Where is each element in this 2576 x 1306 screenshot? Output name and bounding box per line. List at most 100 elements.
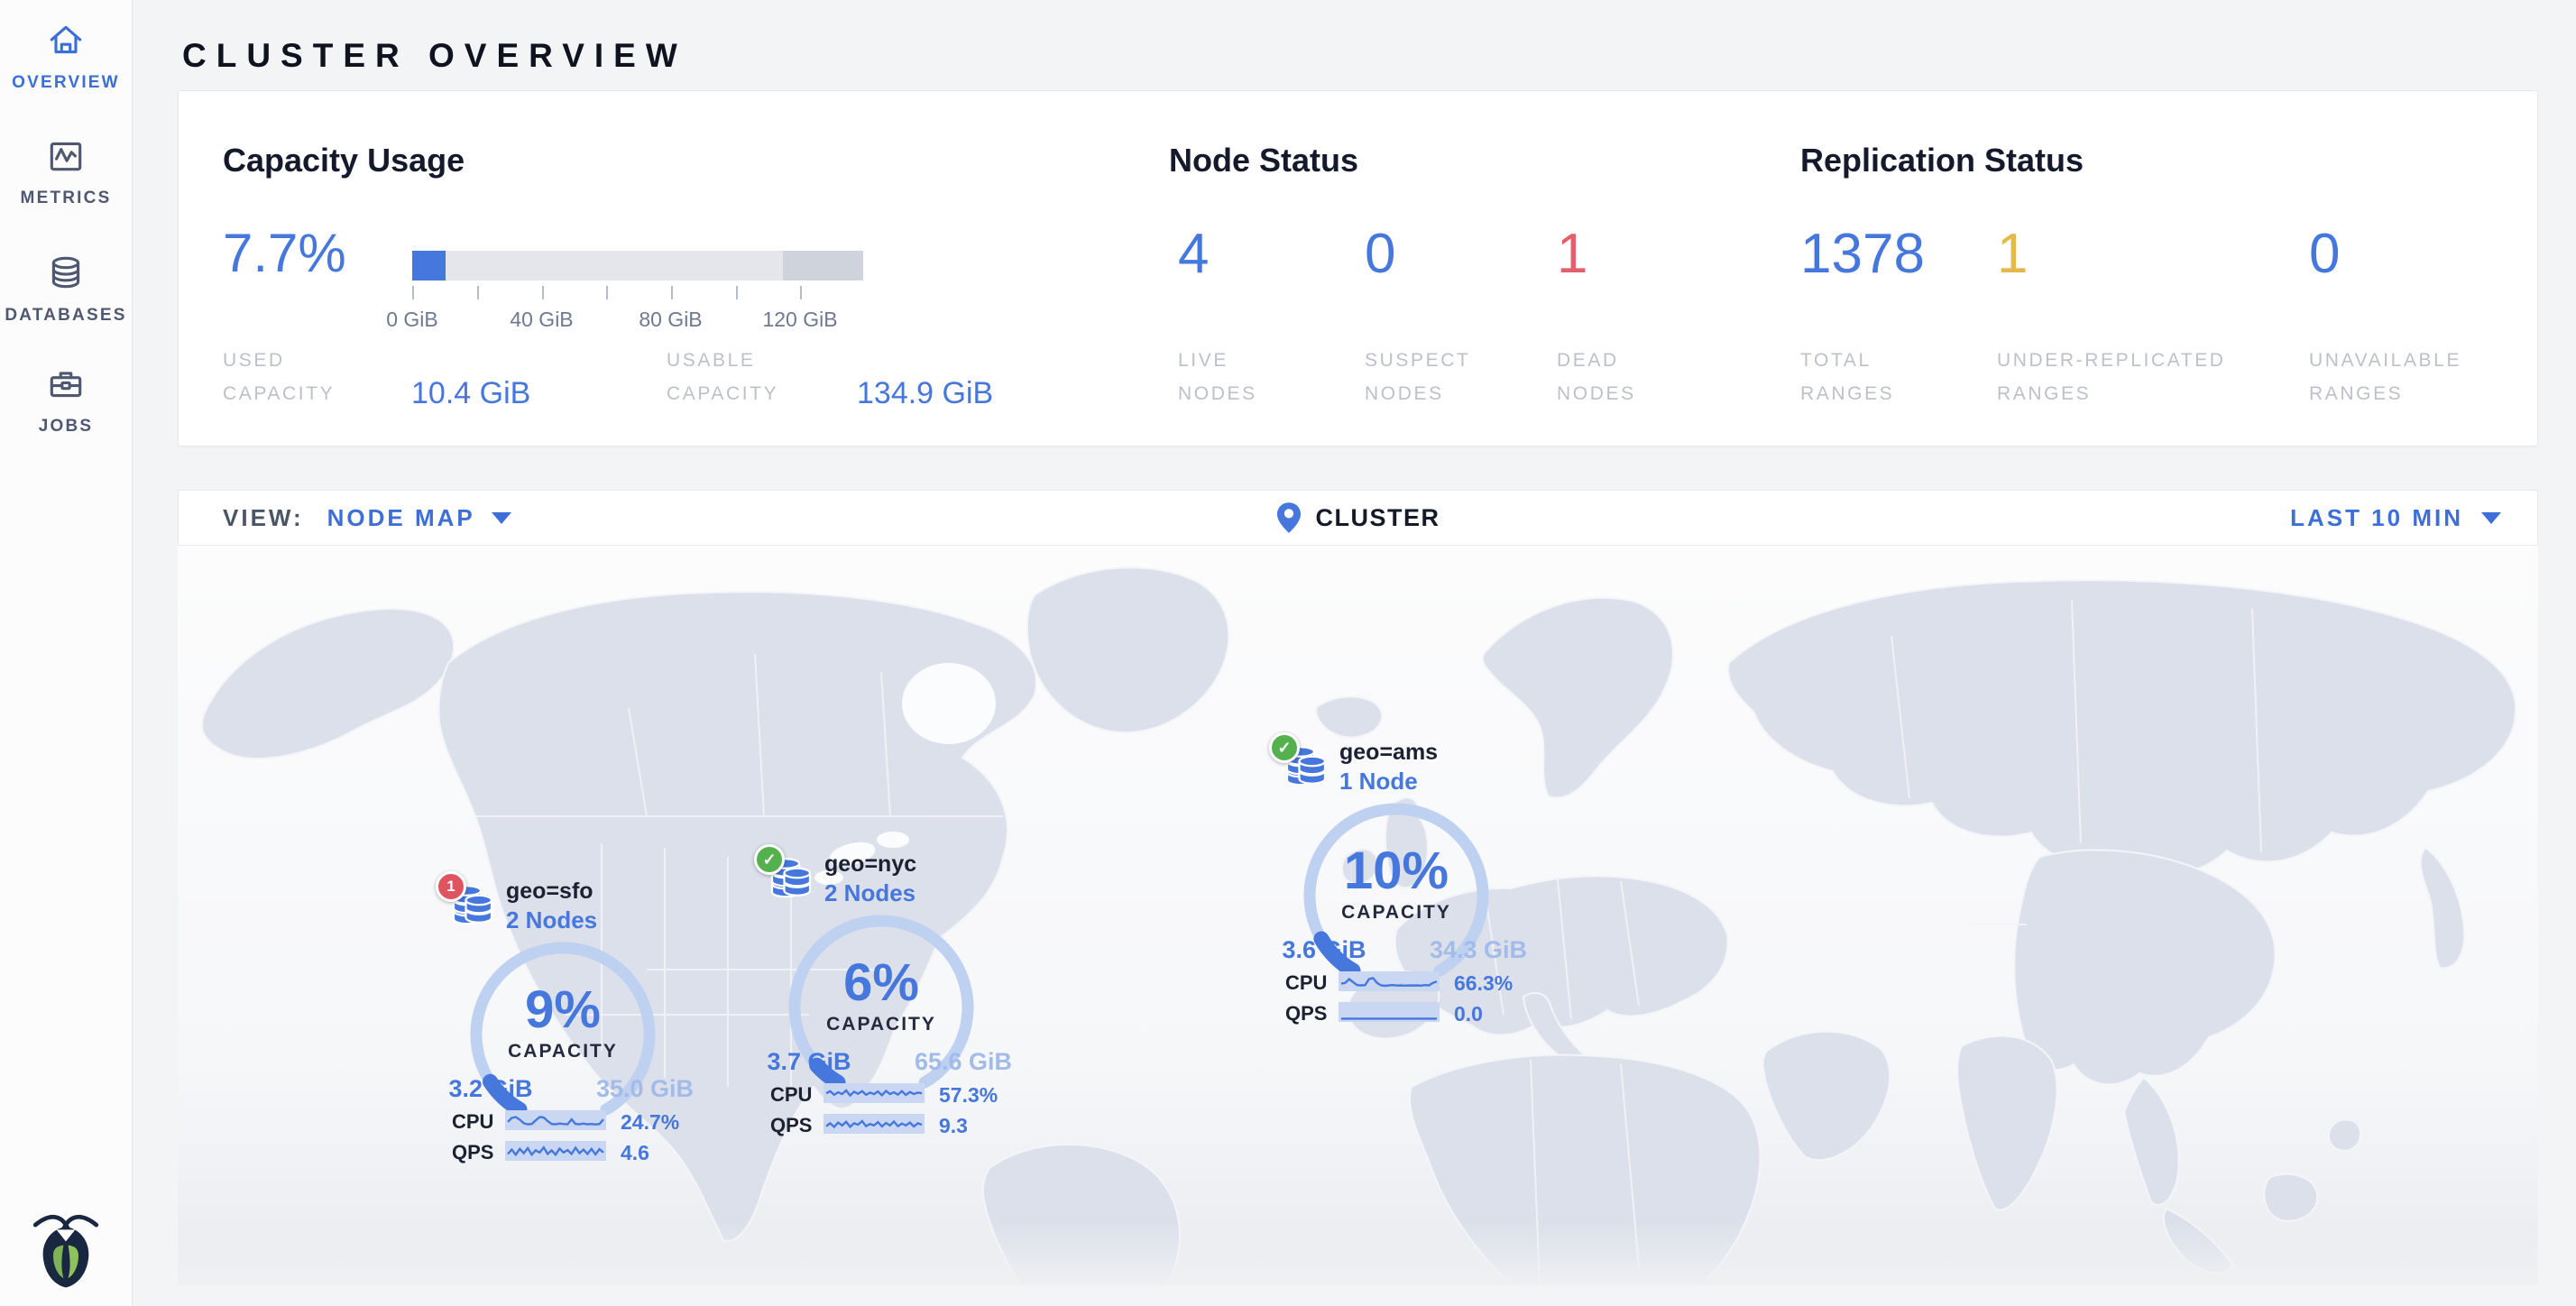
qps-sparkline (505, 1141, 606, 1161)
qps-metric-row: QPS 9.3 (745, 1112, 1034, 1137)
sidebar-item-databases[interactable]: DATABASES (0, 253, 132, 326)
cpu-label: CPU (1285, 971, 1327, 995)
capacity-axis-label: 40 GiB (510, 308, 573, 332)
qps-metric-row: QPS 0.0 (1260, 1000, 1549, 1025)
unavailable-ranges-count: 0 (2309, 226, 2340, 282)
capacity-axis-tick (412, 286, 414, 299)
capacity-axis-label: 120 GiB (762, 308, 837, 332)
capacity-axis-tick (671, 286, 673, 299)
sidebar-item-label: DATABASES (5, 306, 126, 326)
cpu-value: 24.7% (621, 1110, 679, 1135)
total-ranges-label: TOTALRANGES (1800, 345, 1894, 411)
sidebar-item-jobs[interactable]: JOBS (0, 363, 132, 437)
locality-name: geo=ams (1339, 740, 1438, 766)
qps-value: 9.3 (939, 1114, 968, 1138)
capacity-arc-label: CAPACITY (468, 1041, 658, 1062)
status-badge: 1 (436, 871, 466, 902)
cpu-sparkline (823, 1083, 925, 1103)
locality-name: geo=nyc (824, 851, 916, 878)
cluster-overview-page: OVERVIEW METRICS DATABASES JOBS CLUSTER … (0, 0, 2576, 1306)
capacity-axis-label: 0 GiB (386, 308, 438, 332)
node-map: 1 geo=sfo 2 Nodes 9% CAPACITY 3.2 GiB 35… (178, 546, 2538, 1285)
cockroachdb-logo (31, 1204, 101, 1294)
capacity-axis-tick (477, 286, 479, 299)
summary-card: Capacity Usage 7.7% 0 GiB40 GiB80 GiB120… (178, 90, 2538, 446)
locality-total-capacity: 35.0 GiB (582, 1075, 708, 1103)
capacity-axis-tick (736, 286, 738, 299)
locality-used-capacity: 3.6 GiB (1264, 936, 1385, 964)
locality-marker[interactable]: ✓ geo=nyc 2 Nodes 6% CAPACITY 3.7 GiB 65… (745, 832, 1034, 1145)
sidebar-item-overview[interactable]: OVERVIEW (0, 20, 132, 93)
dead-nodes-label: DEADNODES (1557, 345, 1636, 411)
unavailable-ranges-label: UNAVAILABLERANGES (2309, 345, 2461, 411)
cpu-sparkline (1339, 971, 1440, 991)
total-ranges-count: 1378 (1800, 226, 1925, 282)
locality-marker[interactable]: 1 geo=sfo 2 Nodes 9% CAPACITY 3.2 GiB 35… (427, 859, 715, 1173)
capacity-arc-percent: 10% (1302, 841, 1491, 901)
cpu-sparkline (505, 1110, 606, 1130)
sidebar-item-label: JOBS (39, 417, 94, 437)
sidebar-item-metrics[interactable]: METRICS (0, 135, 132, 208)
locality-marker[interactable]: ✓ geo=ams 1 Node 10% CAPACITY 3.6 GiB 34… (1260, 720, 1549, 1034)
qps-sparkline (1339, 1002, 1440, 1022)
suspect-nodes-label: SUSPECTNODES (1365, 345, 1470, 411)
breadcrumb-label: CLUSTER (1316, 504, 1440, 532)
chevron-down-icon (2481, 512, 2501, 524)
capacity-axis-label: 80 GiB (639, 308, 702, 332)
cpu-value: 66.3% (1454, 971, 1513, 996)
metrics-icon (45, 135, 87, 177)
locality-used-capacity: 3.7 GiB (749, 1048, 869, 1076)
time-range-dropdown[interactable]: LAST 10 MIN (2290, 504, 2501, 532)
live-nodes-count: 4 (1178, 226, 1209, 282)
capacity-bar-reserved (783, 251, 863, 281)
qps-label: QPS (770, 1114, 812, 1137)
locality-node-count: 1 Node (1339, 768, 1418, 796)
capacity-axis-tick (800, 286, 802, 299)
node-status-heading: Node Status (1169, 142, 1358, 179)
qps-label: QPS (452, 1141, 493, 1164)
sidebar-item-label: OVERVIEW (12, 73, 120, 93)
usable-capacity-label: USABLECAPACITY (667, 345, 778, 411)
locality-total-capacity: 34.3 GiB (1415, 936, 1541, 964)
cpu-metric-row: CPU 66.3% (1260, 970, 1549, 995)
qps-sparkline (823, 1114, 925, 1134)
locality-used-capacity: 3.2 GiB (430, 1075, 551, 1103)
home-icon (45, 20, 87, 61)
map-pin-icon (1276, 501, 1302, 534)
cpu-label: CPU (770, 1083, 812, 1107)
capacity-bar-fill (412, 251, 446, 281)
sidebar: OVERVIEW METRICS DATABASES JOBS (0, 0, 133, 1306)
view-bar: VIEW: NODE MAP CLUSTER LAST 10 MIN (178, 490, 2538, 546)
capacity-arc-label: CAPACITY (1302, 902, 1491, 924)
dead-nodes-count: 1 (1557, 226, 1587, 282)
capacity-axis: 0 GiB40 GiB80 GiB120 GiB (412, 286, 863, 349)
capacity-bar (412, 251, 863, 281)
status-badge: ✓ (754, 844, 785, 875)
capacity-axis-tick (542, 286, 544, 299)
capacity-usage-heading: Capacity Usage (223, 142, 465, 179)
under-replicated-ranges-label: UNDER-REPLICATEDRANGES (1997, 345, 2226, 411)
usable-capacity-value: 134.9 GiB (857, 376, 993, 411)
capacity-arc-percent: 6% (787, 952, 976, 1013)
cpu-label: CPU (452, 1110, 493, 1134)
jobs-icon (45, 363, 87, 405)
view-label: VIEW: (223, 504, 304, 532)
sidebar-item-label: METRICS (21, 189, 112, 208)
suspect-nodes-count: 0 (1365, 226, 1395, 282)
status-badge: ✓ (1269, 732, 1300, 763)
under-replicated-ranges-count: 1 (1997, 226, 2028, 282)
cpu-metric-row: CPU 24.7% (427, 1108, 715, 1134)
qps-label: QPS (1285, 1002, 1327, 1025)
used-capacity-label: USEDCAPACITY (223, 345, 335, 411)
main-content: CLUSTER OVERVIEW Capacity Usage 7.7% 0 G… (132, 0, 2576, 1306)
view-selector-dropdown[interactable]: NODE MAP (327, 504, 511, 532)
replication-status-heading: Replication Status (1800, 142, 2084, 179)
used-capacity-value: 10.4 GiB (411, 376, 530, 411)
cpu-metric-row: CPU 57.3% (745, 1081, 1034, 1107)
locality-name: geo=sfo (506, 878, 593, 905)
locality-breadcrumb[interactable]: CLUSTER (1276, 501, 1440, 534)
qps-value: 0.0 (1454, 1002, 1483, 1026)
page-title: CLUSTER OVERVIEW (182, 37, 687, 75)
databases-icon (45, 253, 87, 294)
locality-node-count: 2 Nodes (506, 906, 597, 934)
